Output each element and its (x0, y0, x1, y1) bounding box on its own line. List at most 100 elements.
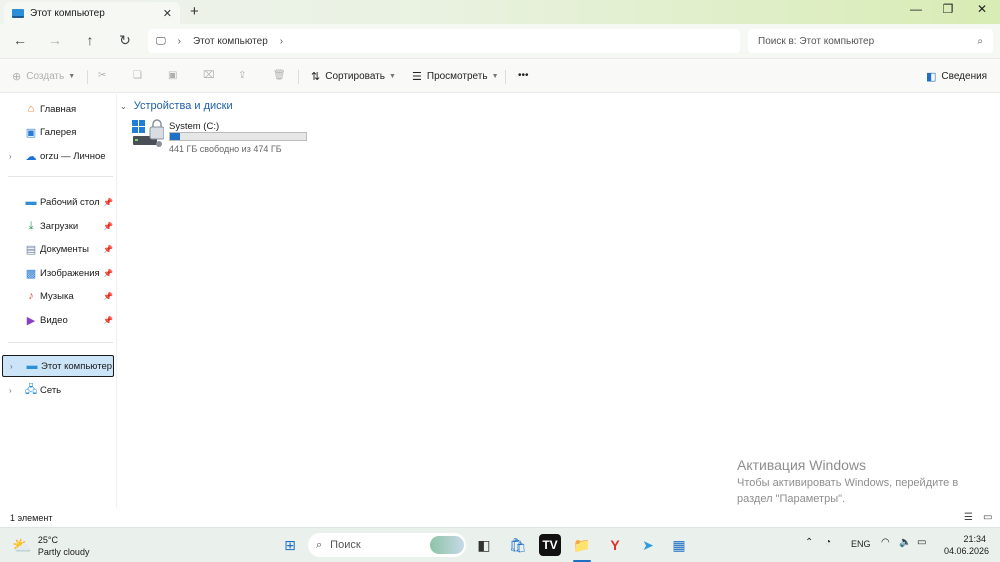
computer-icon: ▬ (26, 360, 38, 372)
create-label: Создать (26, 71, 65, 82)
view-list-icon: ☰ (412, 71, 422, 83)
close-window-icon[interactable]: ✕ (972, 2, 992, 16)
volume-icon[interactable]: 🔈 (899, 537, 911, 548)
store-icon[interactable]: 🛍 (507, 534, 529, 556)
gallery-icon: ▣ (25, 126, 37, 139)
back-arrow-icon[interactable]: ← (10, 32, 30, 48)
activation-line2: раздел "Параметры". (737, 493, 846, 505)
divider (8, 342, 113, 343)
network-icon: 🖧 (24, 383, 38, 396)
temperature: 25°C (37, 535, 59, 545)
weather-text: Partly cloudy (37, 547, 90, 557)
maximize-icon[interactable]: ❐ (938, 2, 958, 16)
pin-icon[interactable]: 📌 (103, 198, 113, 207)
time: 21:34 (963, 534, 986, 544)
tray-app-icon[interactable]: ◔ (825, 537, 831, 548)
sidebar-item-onedrive[interactable]: › ☁ orzu — Личное (0, 145, 117, 167)
chevron-down-icon: ▼ (491, 73, 499, 80)
delete-icon[interactable]: 🗑 (273, 70, 286, 81)
up-arrow-icon[interactable]: ↑ (80, 32, 100, 48)
tab-this-pc[interactable]: Этот компьютер ✕ (4, 2, 180, 24)
details-view-icon[interactable]: ☰ (964, 512, 973, 523)
taskbar-search[interactable]: ⌕ Поиск (308, 533, 466, 557)
app-icon[interactable]: ▦ (668, 534, 690, 556)
search-placeholder: Поиск в: Этот компьютер (758, 35, 875, 47)
start-icon[interactable]: ⊞ (279, 534, 301, 556)
drive-name: System (C:) (169, 121, 220, 132)
sort-label: Сортировать (325, 71, 385, 82)
desktop-icon: ▬ (25, 196, 37, 208)
taskbar-search-label: Поиск (330, 539, 361, 551)
breadcrumb[interactable]: Этот компьютер (193, 36, 268, 47)
language-indicator[interactable]: ENG (851, 539, 871, 549)
drive-icon (132, 119, 164, 147)
view-button[interactable]: ☰ Просмотреть ▼ (412, 70, 499, 83)
sidebar-item-music[interactable]: ♪ Музыка 📌 (0, 285, 117, 307)
chevron-right-icon[interactable]: › (9, 386, 12, 395)
yandex-browser-icon[interactable]: Y (604, 534, 626, 556)
clock[interactable]: 21:34 04.06.2026 (944, 533, 990, 557)
address-bar[interactable]: 🖵 › Этот компьютер › (148, 29, 740, 53)
sidebar-item-gallery[interactable]: ▣ Галерея (0, 121, 117, 143)
pin-icon[interactable]: 📌 (103, 292, 113, 301)
chevron-right-icon[interactable]: › (9, 152, 12, 161)
paste-icon[interactable]: ▣ (168, 70, 177, 81)
sidebar-item-home[interactable]: ⌂ Главная (0, 98, 117, 120)
chevron-down-icon[interactable]: ⌄ (120, 102, 127, 111)
battery-icon[interactable]: ▭ (917, 537, 926, 548)
sidebar-item-images[interactable]: ▩ Изображения 📌 (0, 262, 117, 284)
navigation-bar: ← → ↑ ↻ 🖵 › Этот компьютер › Поиск в: Эт… (0, 24, 1000, 59)
section-title: Устройства и диски (133, 100, 233, 112)
activation-line1: Чтобы активировать Windows, перейдите в (737, 477, 959, 489)
date: 04.06.2026 (944, 546, 990, 556)
cloud-icon: ☁ (25, 150, 37, 163)
minimize-icon[interactable]: — (906, 2, 926, 16)
monitor-icon: 🖵 (156, 35, 166, 47)
sidebar-item-network[interactable]: › 🖧 Сеть (0, 379, 117, 401)
drive-c[interactable]: System (C:) 441 ГБ свободно из 474 ГБ (128, 118, 328, 156)
more-options-icon[interactable]: ••• (518, 70, 529, 81)
share-icon[interactable]: ⇪ (238, 70, 246, 81)
refresh-icon[interactable]: ↻ (115, 32, 135, 49)
telegram-icon[interactable]: ➤ (637, 534, 659, 556)
close-tab-icon[interactable]: ✕ (163, 7, 172, 20)
tradingview-icon[interactable]: TV (539, 534, 561, 556)
sort-icon: ⇅ (311, 71, 321, 83)
copy-icon[interactable]: ❏ (133, 70, 142, 81)
forward-arrow-icon[interactable]: → (45, 32, 65, 48)
new-tab-button[interactable]: + (190, 3, 199, 20)
pin-icon[interactable]: 📌 (103, 269, 113, 278)
download-icon: ⤓ (28, 219, 34, 232)
task-view-icon[interactable]: ◧ (473, 534, 495, 556)
view-label: Просмотреть (426, 71, 488, 82)
weather-widget[interactable]: ⛅ 25°C Partly cloudy (12, 534, 89, 558)
sidebar-item-this-pc[interactable]: › ▬ Этот компьютер (2, 355, 114, 377)
sidebar-item-desktop[interactable]: ▬ Рабочий стол 📌 (0, 191, 117, 213)
tiles-view-icon[interactable]: ▭ (983, 512, 992, 523)
search-highlight-icon (430, 536, 464, 554)
chevron-right-icon[interactable]: › (10, 362, 13, 371)
cut-icon[interactable]: ✂ (98, 70, 106, 81)
rename-icon[interactable]: ⌧ (203, 70, 215, 81)
chevron-right-icon: › (177, 35, 181, 47)
wifi-icon[interactable]: ◠ (881, 537, 890, 548)
status-item-count: 1 элемент (10, 513, 53, 523)
partly-cloudy-icon: ⛅ (12, 538, 32, 555)
file-explorer-icon[interactable]: 📁 (571, 534, 593, 556)
sort-button[interactable]: ⇅ Сортировать ▼ (311, 70, 396, 83)
devices-section-header[interactable]: ⌄ Устройства и диски (120, 100, 233, 112)
plus-circle-icon: ⊕ (12, 71, 22, 83)
drive-usage-bar (169, 132, 307, 141)
pin-icon[interactable]: 📌 (103, 222, 113, 231)
sidebar-item-video[interactable]: ▶ Видео 📌 (0, 309, 117, 331)
create-button[interactable]: ⊕ Создать ▼ (12, 70, 75, 83)
pin-icon[interactable]: 📌 (103, 316, 113, 325)
search-input[interactable]: Поиск в: Этот компьютер ⌕ (748, 29, 993, 53)
pin-icon[interactable]: 📌 (103, 245, 113, 254)
details-button[interactable]: ◧ Сведения (926, 70, 987, 83)
chevron-down-icon: ▼ (388, 73, 396, 80)
chevron-up-icon[interactable]: ⌃ (805, 537, 813, 548)
sidebar-item-documents[interactable]: ▤ Документы 📌 (0, 238, 117, 260)
sidebar-item-downloads[interactable]: ⤓ Загрузки 📌 (0, 215, 117, 237)
chevron-right-icon[interactable]: › (280, 36, 283, 47)
